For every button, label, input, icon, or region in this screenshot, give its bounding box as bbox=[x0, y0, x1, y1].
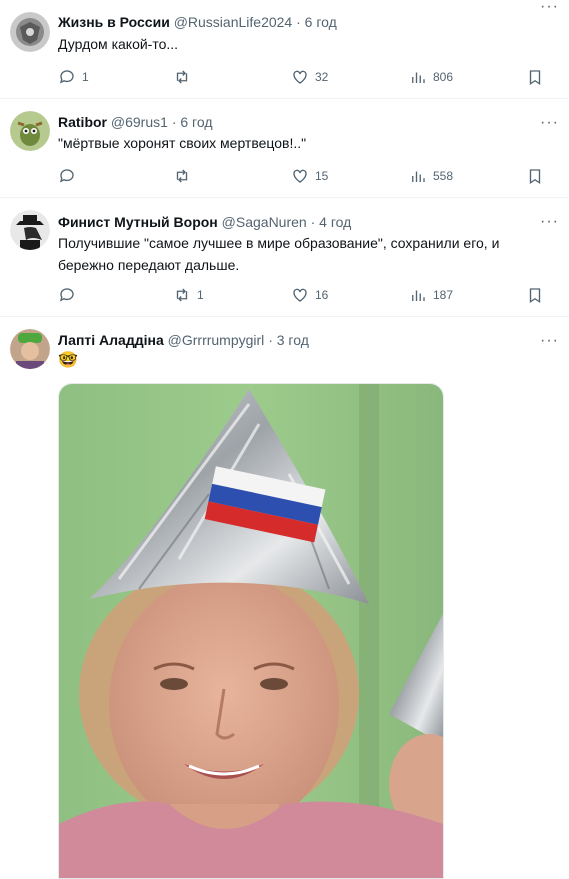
views-count: 187 bbox=[433, 288, 454, 302]
repost-count: 1 bbox=[197, 288, 204, 302]
author-handle[interactable]: @SagaNuren bbox=[222, 214, 307, 230]
author-name[interactable]: Лапті Аладдіна bbox=[58, 332, 164, 348]
reply-icon bbox=[59, 70, 74, 84]
repost-button[interactable]: 1 bbox=[173, 285, 204, 305]
reply-count: 1 bbox=[82, 70, 89, 84]
like-button[interactable]: 15 bbox=[291, 166, 328, 186]
repost-button[interactable] bbox=[173, 166, 197, 186]
views-icon bbox=[412, 72, 425, 83]
bookmark-icon bbox=[529, 288, 541, 304]
views-count: 558 bbox=[433, 169, 454, 183]
separator-dot: · bbox=[310, 214, 316, 230]
post-time[interactable]: 3 год bbox=[277, 332, 309, 348]
post-time[interactable]: 6 год bbox=[180, 114, 212, 130]
cartoon-avatar-icon bbox=[10, 111, 50, 151]
bookmark-icon bbox=[529, 70, 541, 86]
more-icon[interactable]: ··· bbox=[540, 0, 559, 15]
avatar[interactable] bbox=[10, 329, 50, 369]
like-count: 15 bbox=[315, 169, 329, 183]
views-button[interactable]: 806 bbox=[409, 67, 453, 87]
views-count: 806 bbox=[433, 70, 454, 84]
post-time[interactable]: 6 год bbox=[305, 14, 337, 30]
plague-doctor-avatar-icon bbox=[10, 210, 50, 250]
repost-icon bbox=[176, 70, 188, 84]
like-count: 32 bbox=[315, 70, 329, 84]
post-image[interactable] bbox=[58, 383, 444, 879]
bookmark-button[interactable] bbox=[526, 285, 544, 305]
like-icon bbox=[293, 169, 307, 183]
more-icon[interactable]: ··· bbox=[540, 214, 559, 230]
separator-dot: · bbox=[171, 114, 177, 130]
post-2[interactable]: Ratibor @69rus1 · 6 год ··· "мёртвые хор… bbox=[0, 99, 569, 198]
post-header: Финист Мутный Ворон @SagaNuren · 4 год bbox=[58, 213, 351, 231]
repost-icon bbox=[176, 288, 188, 302]
post-header: Жизнь в России @RussianLife2024 · 6 год bbox=[58, 13, 337, 31]
reply-icon bbox=[59, 288, 74, 302]
reply-button[interactable]: 1 bbox=[58, 67, 89, 87]
reply-button[interactable] bbox=[58, 166, 82, 186]
author-handle[interactable]: @RussianLife2024 bbox=[174, 14, 293, 30]
views-icon bbox=[412, 290, 425, 301]
bookmark-icon bbox=[529, 169, 541, 185]
post-header: Ratibor @69rus1 · 6 год bbox=[58, 113, 213, 131]
avatar[interactable] bbox=[10, 210, 50, 250]
separator-dot: · bbox=[268, 332, 273, 348]
post-time[interactable]: 4 год bbox=[319, 214, 351, 230]
like-button[interactable]: 16 bbox=[291, 285, 328, 305]
repost-icon bbox=[176, 169, 188, 183]
post-text: "мёртвые хоронят своих мертвецов!.." bbox=[58, 135, 307, 151]
views-icon bbox=[412, 171, 425, 182]
views-button[interactable]: 187 bbox=[409, 285, 453, 305]
bookmark-button[interactable] bbox=[526, 166, 544, 186]
avatar[interactable] bbox=[10, 12, 50, 52]
like-icon bbox=[293, 70, 307, 84]
coat-of-arms-avatar-icon bbox=[10, 12, 50, 52]
photo-woman-foil-hat bbox=[59, 384, 443, 878]
avatar[interactable] bbox=[10, 111, 50, 151]
author-name[interactable]: Ratibor bbox=[58, 114, 107, 130]
author-name[interactable]: Жизнь в России bbox=[58, 14, 170, 30]
post-1[interactable]: Жизнь в России @RussianLife2024 · 6 год … bbox=[0, 0, 569, 98]
reply-icon bbox=[59, 169, 74, 183]
author-handle[interactable]: @Grrrrumpygirl bbox=[168, 332, 265, 348]
more-icon[interactable]: ··· bbox=[540, 333, 559, 349]
post-text: Дурдом какой-то... bbox=[58, 36, 179, 52]
post-3[interactable]: Финист Мутный Ворон @SagaNuren · 4 год ·… bbox=[0, 198, 569, 316]
person-avatar-icon bbox=[10, 329, 50, 369]
post-actions: 15 558 bbox=[58, 166, 558, 186]
author-name[interactable]: Финист Мутный Ворон bbox=[58, 214, 218, 230]
like-icon bbox=[293, 288, 307, 302]
repost-button[interactable] bbox=[173, 67, 197, 87]
separator-dot: · bbox=[296, 14, 301, 30]
reply-button[interactable] bbox=[58, 285, 82, 305]
post-text: 🤓 bbox=[58, 352, 78, 369]
post-text: Получившие "самое лучшее в мире образова… bbox=[58, 235, 500, 273]
post-actions: 1 32 806 bbox=[58, 67, 558, 87]
like-count: 16 bbox=[315, 288, 329, 302]
like-button[interactable]: 32 bbox=[291, 67, 328, 87]
post-actions: 1 16 187 bbox=[58, 285, 558, 305]
more-icon[interactable]: ··· bbox=[540, 115, 559, 131]
post-header: Лапті Аладдіна @Grrrrumpygirl · 3 год bbox=[58, 331, 309, 349]
views-button[interactable]: 558 bbox=[409, 166, 453, 186]
bookmark-button[interactable] bbox=[526, 67, 544, 87]
author-handle[interactable]: @69rus1 bbox=[111, 114, 168, 130]
